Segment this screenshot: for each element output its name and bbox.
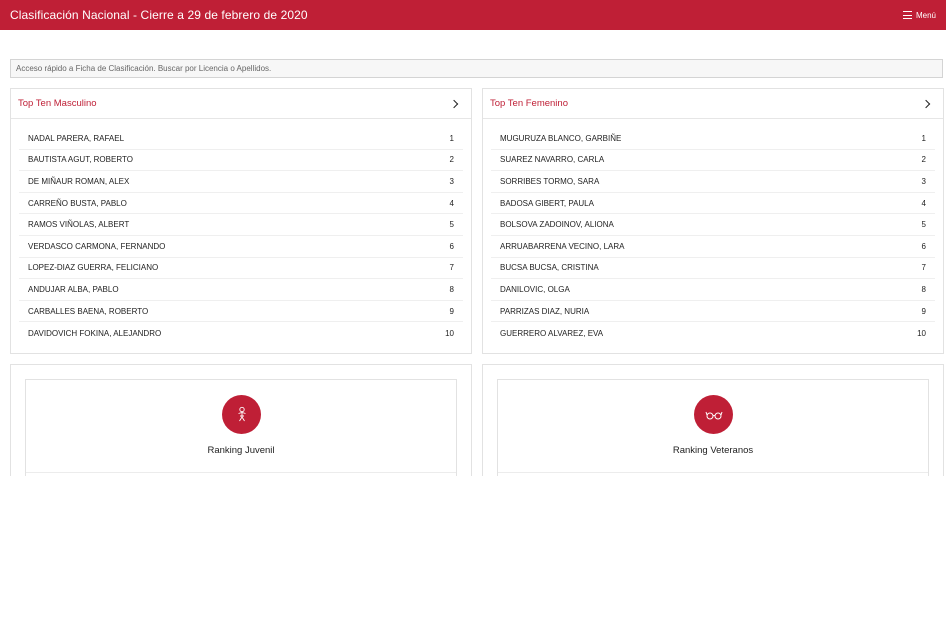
menu-label: Menú bbox=[915, 10, 936, 20]
player-rank: 2 bbox=[449, 155, 454, 165]
player-rank: 9 bbox=[921, 306, 926, 316]
player-rank: 3 bbox=[921, 176, 926, 186]
player-name: SORRIBES TORMO, SARA bbox=[500, 176, 600, 186]
player-rank: 4 bbox=[449, 198, 454, 208]
chevron-right-icon[interactable] bbox=[449, 99, 459, 108]
ranking-list: MUGURUZA BLANCO, GARBIÑE 1 SUAREZ NAVARRO… bbox=[483, 119, 943, 344]
divider bbox=[498, 472, 928, 473]
ranking-list: NADAL PARERA, RAFAEL 1 BAUTISTA AGUT, ROB… bbox=[11, 119, 471, 344]
player-name: BOLSOVA ZADOINOV, ALIONA bbox=[500, 220, 614, 230]
top-bar: Clasificación Nacional - Cierre a 29 de … bbox=[0, 0, 946, 30]
player-rank: 1 bbox=[921, 133, 926, 143]
top-ten-femenino-panel: Top Ten Femenino MUGURUZA BLANCO, GARBIÑ… bbox=[482, 88, 944, 354]
table-row[interactable]: GUERRERO ALVAREZ, EVA 10 bbox=[491, 322, 935, 344]
player-rank: 1 bbox=[449, 133, 454, 143]
ranking-veteranos-card[interactable]: Ranking Veteranos bbox=[497, 379, 929, 476]
player-name: ARRUABARRENA VECINO, LARA bbox=[500, 241, 625, 251]
chevron-right-icon[interactable] bbox=[921, 99, 931, 108]
player-name: ANDUJAR ALBA, PABLO bbox=[28, 284, 119, 294]
player-name: CARBALLES BAENA, ROBERTO bbox=[28, 306, 149, 316]
table-row[interactable]: DE MIÑAUR ROMAN, ALEX 3 bbox=[19, 171, 463, 193]
player-rank: 5 bbox=[921, 220, 926, 230]
player-rank: 7 bbox=[449, 263, 454, 273]
table-row[interactable]: RAMOS VIÑOLAS, ALBERT 5 bbox=[19, 214, 463, 236]
card-label: Ranking Veteranos bbox=[672, 445, 754, 456]
player-rank: 4 bbox=[921, 198, 926, 208]
panel-title: Top Ten Masculino bbox=[18, 98, 97, 109]
player-name: SUAREZ NAVARRO, CARLA bbox=[500, 155, 605, 165]
table-row[interactable]: VERDASCO CARMONA, FERNANDO 6 bbox=[19, 236, 463, 258]
player-name: RAMOS VIÑOLAS, ALBERT bbox=[28, 220, 130, 230]
player-rank: 7 bbox=[921, 263, 926, 273]
table-row[interactable]: BOLSOVA ZADOINOV, ALIONA 5 bbox=[491, 214, 935, 236]
player-name: CARREÑO BUSTA, PABLO bbox=[28, 198, 127, 208]
player-name: BUCSA BUCSA, CRISTINA bbox=[500, 263, 599, 273]
player-rank: 5 bbox=[449, 220, 454, 230]
table-row[interactable]: LOPEZ-DIAZ GUERRA, FELICIANO 7 bbox=[19, 258, 463, 280]
table-row[interactable]: CARBALLES BAENA, ROBERTO 9 bbox=[19, 301, 463, 323]
table-row[interactable]: ANDUJAR ALBA, PABLO 8 bbox=[19, 279, 463, 301]
ranking-veteranos-panel: Ranking Veteranos bbox=[482, 364, 944, 476]
child-icon bbox=[222, 395, 261, 434]
card-label: Ranking Juvenil bbox=[207, 445, 275, 456]
player-name: LOPEZ-DIAZ GUERRA, FELICIANO bbox=[28, 263, 159, 273]
player-rank: 6 bbox=[921, 241, 926, 251]
page-title: Clasificación Nacional - Cierre a 29 de … bbox=[10, 8, 308, 22]
top-ten-femenino-header[interactable]: Top Ten Femenino bbox=[483, 89, 943, 119]
table-row[interactable]: BADOSA GIBERT, PAULA 4 bbox=[491, 193, 935, 215]
player-name: MUGURUZA BLANCO, GARBIÑE bbox=[500, 133, 622, 143]
player-name: DAVIDOVICH FOKINA, ALEJANDRO bbox=[28, 328, 162, 338]
hamburger-icon bbox=[902, 11, 912, 19]
player-name: NADAL PARERA, RAFAEL bbox=[28, 133, 125, 143]
player-name: BADOSA GIBERT, PAULA bbox=[500, 198, 594, 208]
table-row[interactable]: BAUTISTA AGUT, ROBERTO 2 bbox=[19, 150, 463, 172]
table-row[interactable]: PARRIZAS DIAZ, NURIA 9 bbox=[491, 301, 935, 323]
player-name: DE MIÑAUR ROMAN, ALEX bbox=[28, 176, 130, 186]
divider bbox=[26, 472, 456, 473]
player-name: VERDASCO CARMONA, FERNANDO bbox=[28, 241, 166, 251]
ranking-juvenil-card[interactable]: Ranking Juvenil bbox=[25, 379, 457, 476]
table-row[interactable]: CARREÑO BUSTA, PABLO 4 bbox=[19, 193, 463, 215]
menu-button[interactable]: Menú bbox=[902, 10, 936, 20]
table-row[interactable]: DAVIDOVICH FOKINA, ALEJANDRO 10 bbox=[19, 322, 463, 344]
glasses-icon bbox=[694, 395, 733, 434]
ranking-juvenil-panel: Ranking Juvenil bbox=[10, 364, 472, 476]
player-rank: 3 bbox=[449, 176, 454, 186]
table-row[interactable]: NADAL PARERA, RAFAEL 1 bbox=[19, 128, 463, 150]
player-rank: 9 bbox=[449, 306, 454, 316]
table-row[interactable]: DANILOVIC, OLGA 8 bbox=[491, 279, 935, 301]
panel-title: Top Ten Femenino bbox=[490, 98, 568, 109]
player-name: PARRIZAS DIAZ, NURIA bbox=[500, 306, 590, 316]
top-ten-masculino-panel: Top Ten Masculino NADAL PARERA, RAFAEL 1 … bbox=[10, 88, 472, 354]
player-rank: 10 bbox=[917, 328, 926, 338]
table-row[interactable]: ARRUABARRENA VECINO, LARA 6 bbox=[491, 236, 935, 258]
table-row[interactable]: SUAREZ NAVARRO, CARLA 2 bbox=[491, 150, 935, 172]
table-row[interactable]: BUCSA BUCSA, CRISTINA 7 bbox=[491, 258, 935, 280]
player-rank: 6 bbox=[449, 241, 454, 251]
player-rank: 8 bbox=[449, 284, 454, 294]
top-ten-masculino-header[interactable]: Top Ten Masculino bbox=[11, 89, 471, 119]
player-rank: 2 bbox=[921, 155, 926, 165]
search-input[interactable] bbox=[10, 59, 943, 78]
player-name: DANILOVIC, OLGA bbox=[500, 284, 570, 294]
player-rank: 10 bbox=[445, 328, 454, 338]
player-rank: 8 bbox=[921, 284, 926, 294]
player-name: BAUTISTA AGUT, ROBERTO bbox=[28, 155, 133, 165]
table-row[interactable]: SORRIBES TORMO, SARA 3 bbox=[491, 171, 935, 193]
player-name: GUERRERO ALVAREZ, EVA bbox=[500, 328, 604, 338]
table-row[interactable]: MUGURUZA BLANCO, GARBIÑE 1 bbox=[491, 128, 935, 150]
